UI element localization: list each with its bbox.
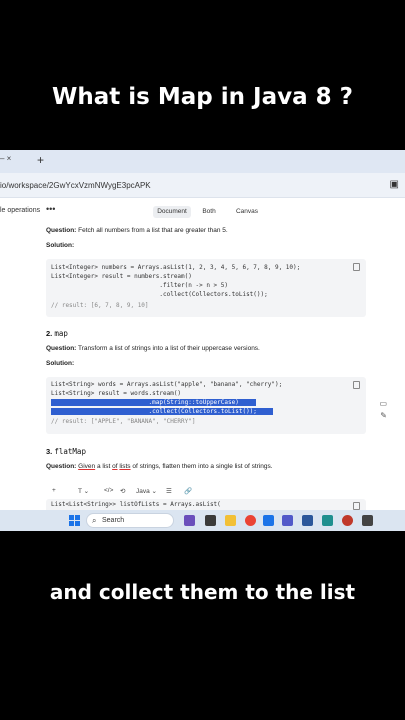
link-icon[interactable]: 🔗 — [184, 487, 192, 495]
code-block-2[interactable]: List<String> words = Arrays.asList("appl… — [46, 377, 366, 434]
code-line: List<Integer> result = numbers.stream() — [51, 273, 192, 280]
tab-close-icon[interactable]: – × — [0, 154, 11, 163]
video-caption: and collect them to the list — [49, 580, 356, 604]
code-line-selected[interactable]: .map(String::toUpperCase) — [51, 399, 256, 406]
code-comment: // result: ["APPLE", "BANANA", "CHERRY"] — [51, 418, 196, 425]
windows-start-icon[interactable] — [69, 515, 80, 526]
app-icon[interactable] — [184, 515, 195, 526]
search-placeholder: Search — [102, 517, 125, 524]
add-block-button[interactable]: + — [52, 487, 56, 494]
view-canvas-tab[interactable]: Canvas — [230, 206, 264, 218]
editor-toolbar: le operations ••• Document Both Canvas — [0, 198, 405, 225]
code-line: .collect(Collectors.toList()); — [51, 291, 268, 298]
code-line-selected[interactable]: .collect(Collectors.toList()); — [51, 408, 273, 415]
code-line: List<List<String>> listOfLists = Arrays.… — [51, 501, 221, 508]
more-options-icon[interactable]: ••• — [46, 204, 55, 214]
comment-icon[interactable]: ▭ — [379, 399, 387, 408]
app-icon[interactable] — [263, 515, 274, 526]
taskbar-search-input[interactable]: ⌕ Search — [86, 513, 174, 528]
os-taskbar: ⌕ Search — [0, 510, 405, 531]
video-headline: What is Map in Java 8 ? — [52, 84, 353, 110]
code-line: List<Integer> numbers = Arrays.asList(1,… — [51, 264, 301, 271]
section-3-heading: 3. flatMap — [46, 447, 86, 456]
view-both-tab[interactable]: Both — [196, 206, 222, 218]
app-icon[interactable] — [322, 515, 333, 526]
app-icon[interactable] — [302, 515, 313, 526]
url-text[interactable]: io/workspace/2GwYcxVzmNWygE3pcAPK — [0, 181, 151, 190]
section-2-heading: 2. map — [46, 329, 68, 338]
app-icon[interactable] — [342, 515, 353, 526]
search-icon: ⌕ — [92, 516, 97, 525]
document-body: Question: Fetch all numbers from a list … — [0, 225, 405, 510]
address-bar[interactable]: io/workspace/2GwYcxVzmNWygE3pcAPK ▣ — [0, 173, 405, 198]
teams-icon[interactable] — [282, 515, 293, 526]
edit-icon[interactable]: ✎ — [380, 411, 387, 420]
language-dropdown[interactable]: Java ⌄ — [136, 487, 157, 495]
code-block-3[interactable]: List<List<String>> listOfLists = Arrays.… — [46, 499, 366, 510]
folder-icon[interactable] — [225, 515, 236, 526]
format-toolbar: + T ⌄ </> ⟲ Java ⌄ ☰ 🔗 — [46, 485, 256, 498]
browser-tab-bar: – × + — [0, 150, 405, 173]
app-icon[interactable] — [362, 515, 373, 526]
clipboard-icon[interactable]: ▣ — [390, 179, 399, 190]
app-icon[interactable] — [205, 515, 216, 526]
copy-icon[interactable] — [353, 502, 360, 510]
code-line: List<String> result = words.stream() — [51, 390, 182, 397]
solution-label-1: Solution: — [46, 242, 75, 249]
question-1: Question: Fetch all numbers from a list … — [46, 227, 228, 234]
new-tab-button[interactable]: + — [37, 153, 44, 167]
code-comment: // result: [6, 7, 8, 9, 10] — [51, 302, 149, 309]
list-icon[interactable]: ☰ — [166, 487, 172, 495]
copy-icon[interactable] — [353, 263, 360, 271]
solution-label-2: Solution: — [46, 360, 75, 367]
chrome-icon[interactable] — [245, 515, 256, 526]
screen-recording: – × + io/workspace/2GwYcxVzmNWygE3pcAPK … — [0, 150, 405, 531]
question-3: Question: Given a list of lists of strin… — [46, 463, 273, 470]
code-line: .filter(n -> n > 5) — [51, 282, 229, 289]
text-style-dropdown[interactable]: T ⌄ — [78, 487, 89, 495]
question-2: Question: Transform a list of strings in… — [46, 345, 260, 352]
document-title[interactable]: le operations — [0, 207, 40, 214]
copy-icon[interactable] — [353, 381, 360, 389]
code-line: List<String> words = Arrays.asList("appl… — [51, 381, 283, 388]
code-block-1[interactable]: List<Integer> numbers = Arrays.asList(1,… — [46, 259, 366, 317]
code-icon[interactable]: </> — [104, 487, 113, 494]
undo-icon[interactable]: ⟲ — [120, 487, 125, 495]
view-document-tab[interactable]: Document — [153, 206, 191, 218]
